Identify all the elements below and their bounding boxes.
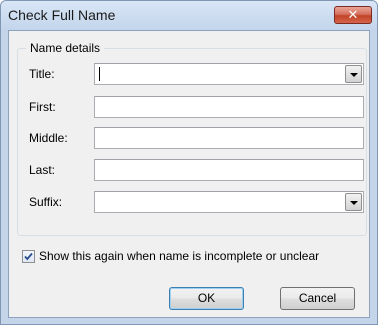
- dialog-title: Check Full Name: [8, 7, 116, 23]
- suffix-dropdown-button[interactable]: [345, 193, 362, 211]
- first-name-field[interactable]: [94, 96, 364, 118]
- close-button[interactable]: ✕: [334, 6, 372, 24]
- title-bar[interactable]: Check Full Name ✕: [1, 1, 377, 30]
- cancel-button[interactable]: Cancel: [280, 287, 355, 310]
- text-caret: [99, 67, 100, 81]
- middle-label: Middle:: [29, 131, 68, 145]
- show-again-checkbox[interactable]: [22, 250, 35, 263]
- close-icon: ✕: [347, 7, 359, 22]
- group-legend: Name details: [26, 41, 105, 55]
- dialog-client-area: Name details Title: First: Middle: Last:…: [8, 30, 370, 318]
- checkmark-icon: [24, 252, 33, 261]
- title-combobox[interactable]: [94, 63, 364, 85]
- title-dropdown-button[interactable]: [345, 65, 362, 83]
- first-label: First:: [29, 100, 56, 114]
- dialog-window: Check Full Name ✕ Name details Title: Fi…: [0, 0, 378, 325]
- chevron-down-icon: [350, 201, 358, 205]
- last-name-field[interactable]: [94, 159, 364, 181]
- name-details-group: Name details Title: First: Middle: Last:…: [17, 41, 367, 236]
- show-again-label[interactable]: Show this again when name is incomplete …: [39, 248, 319, 264]
- title-label: Title:: [29, 67, 55, 81]
- ok-button[interactable]: OK: [169, 287, 244, 310]
- suffix-label: Suffix:: [29, 195, 63, 209]
- chevron-down-icon: [350, 73, 358, 77]
- last-label: Last:: [29, 163, 56, 177]
- suffix-combobox[interactable]: [94, 191, 364, 213]
- middle-name-field[interactable]: [94, 127, 364, 149]
